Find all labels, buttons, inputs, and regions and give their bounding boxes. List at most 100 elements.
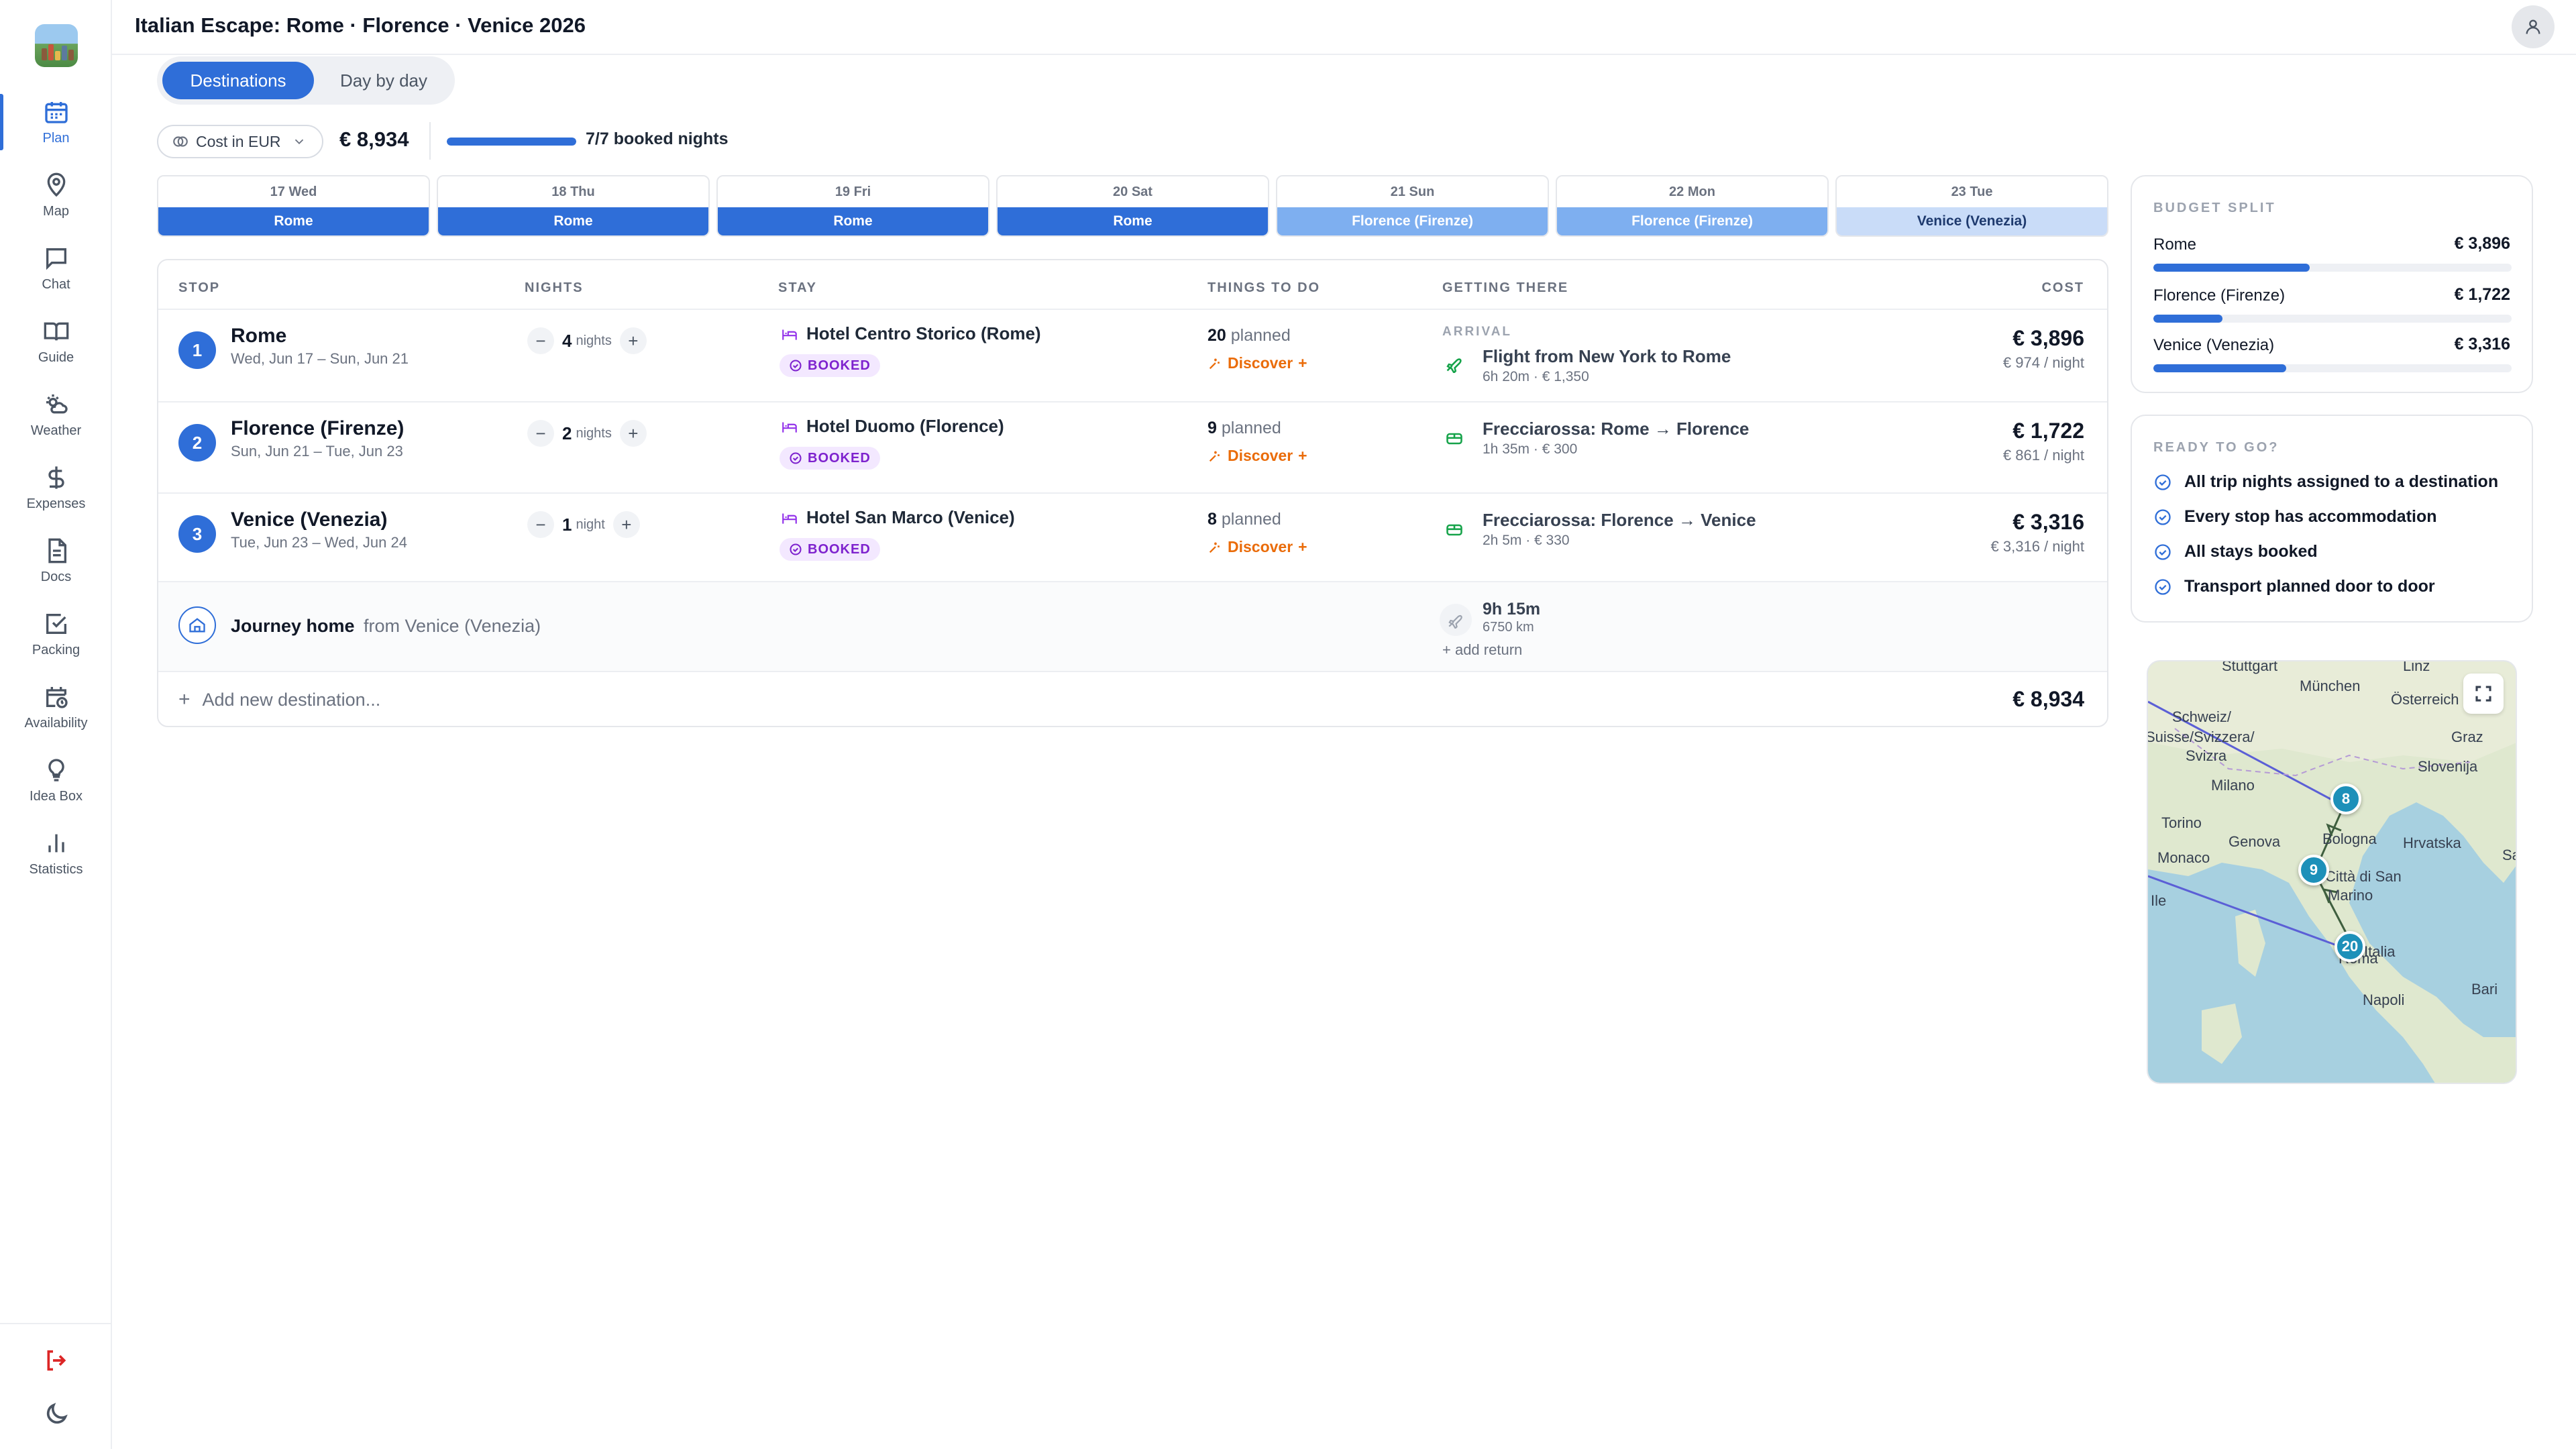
day-city: Rome bbox=[438, 207, 708, 235]
stop-dates: Tue, Jun 23 – Wed, Jun 24 bbox=[231, 534, 407, 551]
booked-nights-progress-fill bbox=[447, 138, 576, 146]
budget-label: Florence (Firenze) bbox=[2153, 286, 2286, 305]
day-cell[interactable]: 23 Tue Venice (Venezia) bbox=[1835, 175, 2108, 237]
table-row[interactable]: 2 Florence (Firenze) Sun, Jun 21 – Tue, … bbox=[158, 402, 2107, 494]
discover-label: Discover bbox=[1228, 447, 1293, 464]
column-header-stop: STOP bbox=[178, 280, 221, 295]
day-cell[interactable]: 21 Sun Florence (Firenze) bbox=[1276, 175, 1549, 237]
calendar-clock-icon bbox=[46, 686, 68, 708]
booked-label: BOOKED bbox=[808, 450, 871, 466]
nav-statistics[interactable]: Statistics bbox=[0, 818, 112, 888]
nav-expenses[interactable]: Expenses bbox=[0, 453, 112, 523]
check-circle-icon bbox=[2155, 508, 2171, 525]
stay-link[interactable]: Hotel Duomo (Florence) bbox=[781, 416, 1004, 437]
logout-button[interactable] bbox=[42, 1346, 71, 1375]
nav-packing[interactable]: Packing bbox=[0, 599, 112, 669]
map-pin-venice[interactable]: 8 bbox=[2330, 784, 2361, 814]
plus-icon: + bbox=[1298, 447, 1307, 464]
table-row[interactable]: 1 Rome Wed, Jun 17 – Sun, Jun 21 − 4 nig… bbox=[158, 310, 2107, 401]
discover-button[interactable]: Discover + bbox=[1208, 354, 1307, 372]
coins-icon bbox=[173, 136, 188, 147]
train-icon bbox=[1445, 521, 1464, 539]
decrease-nights-button[interactable]: − bbox=[527, 420, 554, 447]
stop-dates: Wed, Jun 17 – Sun, Jun 21 bbox=[231, 350, 409, 367]
decrease-nights-button[interactable]: − bbox=[527, 327, 554, 354]
user-menu-button[interactable] bbox=[2512, 5, 2555, 48]
dark-mode-toggle[interactable] bbox=[42, 1399, 71, 1429]
day-cell[interactable]: 17 Wed Rome bbox=[157, 175, 430, 237]
stay-link[interactable]: Hotel San Marco (Venice) bbox=[781, 507, 1015, 528]
map-label: Marino bbox=[2328, 887, 2373, 904]
nav-idea-box[interactable]: Idea Box bbox=[0, 745, 112, 815]
add-destination-button[interactable]: + Add new destination... bbox=[178, 688, 380, 711]
add-return-button[interactable]: + add return bbox=[1442, 641, 1522, 659]
discover-button[interactable]: Discover + bbox=[1208, 447, 1307, 465]
transport-title[interactable]: Flight from New York to Rome bbox=[1483, 346, 1731, 367]
fullscreen-button[interactable] bbox=[2463, 674, 2504, 714]
stop-number: 2 bbox=[178, 424, 216, 462]
map-label: Suisse/Svizzera/ bbox=[2147, 729, 2255, 745]
map-label: Napoli bbox=[2363, 991, 2405, 1008]
app-logo[interactable] bbox=[35, 24, 78, 67]
stop-cost-per-night: € 3,316 / night bbox=[1990, 538, 2084, 555]
tab-day-by-day[interactable]: Day by day bbox=[318, 62, 449, 99]
journey-home-row[interactable]: Journey home from Venice (Venezia) 9h 15… bbox=[158, 582, 2107, 672]
tab-destinations[interactable]: Destinations bbox=[162, 62, 314, 99]
nav-guide[interactable]: Guide bbox=[0, 307, 112, 376]
budget-label: Venice (Venezia) bbox=[2153, 336, 2275, 354]
check-circle-icon bbox=[790, 452, 802, 464]
day-cell[interactable]: 20 Sat Rome bbox=[996, 175, 1269, 237]
check-circle-icon bbox=[2155, 543, 2171, 560]
nav-plan[interactable]: Plan bbox=[0, 87, 112, 157]
stop-cost-per-night: € 861 / night bbox=[2002, 447, 2084, 464]
stop-name[interactable]: Venice (Venezia) bbox=[231, 508, 387, 531]
increase-nights-button[interactable]: + bbox=[619, 327, 647, 354]
trip-total: € 8,934 bbox=[339, 127, 409, 151]
nav-docs[interactable]: Docs bbox=[0, 526, 112, 596]
transport-title[interactable]: Frecciarossa: Florence → Venice bbox=[1483, 510, 1756, 531]
nav-availability[interactable]: Availability bbox=[0, 672, 112, 742]
nav-weather[interactable]: Weather bbox=[0, 380, 112, 449]
day-cell[interactable]: 19 Fri Rome bbox=[716, 175, 989, 237]
decrease-nights-button[interactable]: − bbox=[527, 511, 554, 538]
nav-label: Idea Box bbox=[30, 788, 83, 804]
bed-icon bbox=[782, 422, 797, 433]
day-cell[interactable]: 22 Mon Florence (Firenze) bbox=[1556, 175, 1829, 237]
stay-link[interactable]: Hotel Centro Storico (Rome) bbox=[781, 323, 1041, 344]
logout-icon bbox=[47, 1350, 66, 1371]
stop-name[interactable]: Florence (Firenze) bbox=[231, 417, 404, 440]
bar-chart-icon bbox=[48, 834, 64, 852]
increase-nights-button[interactable]: + bbox=[612, 511, 640, 538]
table-row[interactable]: 3 Venice (Venezia) Tue, Jun 23 – Wed, Ju… bbox=[158, 494, 2107, 585]
nav-chat[interactable]: Chat bbox=[0, 233, 112, 303]
currency-select[interactable]: Cost in EUR bbox=[157, 125, 323, 158]
checklist-item: Transport planned door to door bbox=[2153, 577, 2435, 596]
column-header-things: THINGS TO DO bbox=[1208, 280, 1321, 295]
day-cell[interactable]: 18 Thu Rome bbox=[437, 175, 710, 237]
map-label: Svizra bbox=[2186, 747, 2227, 764]
map-label: Graz bbox=[2451, 729, 2483, 745]
map-pin-florence[interactable]: 9 bbox=[2298, 855, 2329, 885]
nav-label: Weather bbox=[30, 423, 82, 438]
transport-title[interactable]: Frecciarossa: Rome → Florence bbox=[1483, 419, 1749, 439]
nights-unit: nights bbox=[576, 425, 612, 441]
nav-map[interactable]: Map bbox=[0, 160, 112, 230]
stop-number: 3 bbox=[178, 515, 216, 553]
trip-map[interactable]: Stuttgart München Österreich Linz Schwei… bbox=[2147, 660, 2517, 1084]
booked-label: BOOKED bbox=[808, 358, 871, 373]
moon-icon bbox=[46, 1403, 68, 1424]
grand-total: € 8,934 bbox=[2012, 687, 2084, 711]
stop-name[interactable]: Rome bbox=[231, 325, 286, 347]
discover-button[interactable]: Discover + bbox=[1208, 538, 1307, 556]
ready-title: READY TO GO? bbox=[2153, 440, 2279, 455]
day-city: Florence (Firenze) bbox=[1557, 207, 1827, 235]
increase-nights-button[interactable]: + bbox=[619, 420, 647, 447]
plus-icon: + bbox=[1298, 538, 1307, 555]
booked-nights-label: 7/7 booked nights bbox=[586, 129, 729, 148]
nights-stepper: − 1 night + bbox=[527, 511, 640, 538]
destinations-table: STOP NIGHTS STAY THINGS TO DO GETTING TH… bbox=[157, 259, 2108, 727]
map-pin-rome[interactable]: 20 bbox=[2334, 931, 2365, 962]
booked-badge: BOOKED bbox=[780, 538, 880, 561]
map-label: Ile bbox=[2151, 892, 2167, 909]
checklist-item: All trip nights assigned to a destinatio… bbox=[2153, 472, 2498, 492]
